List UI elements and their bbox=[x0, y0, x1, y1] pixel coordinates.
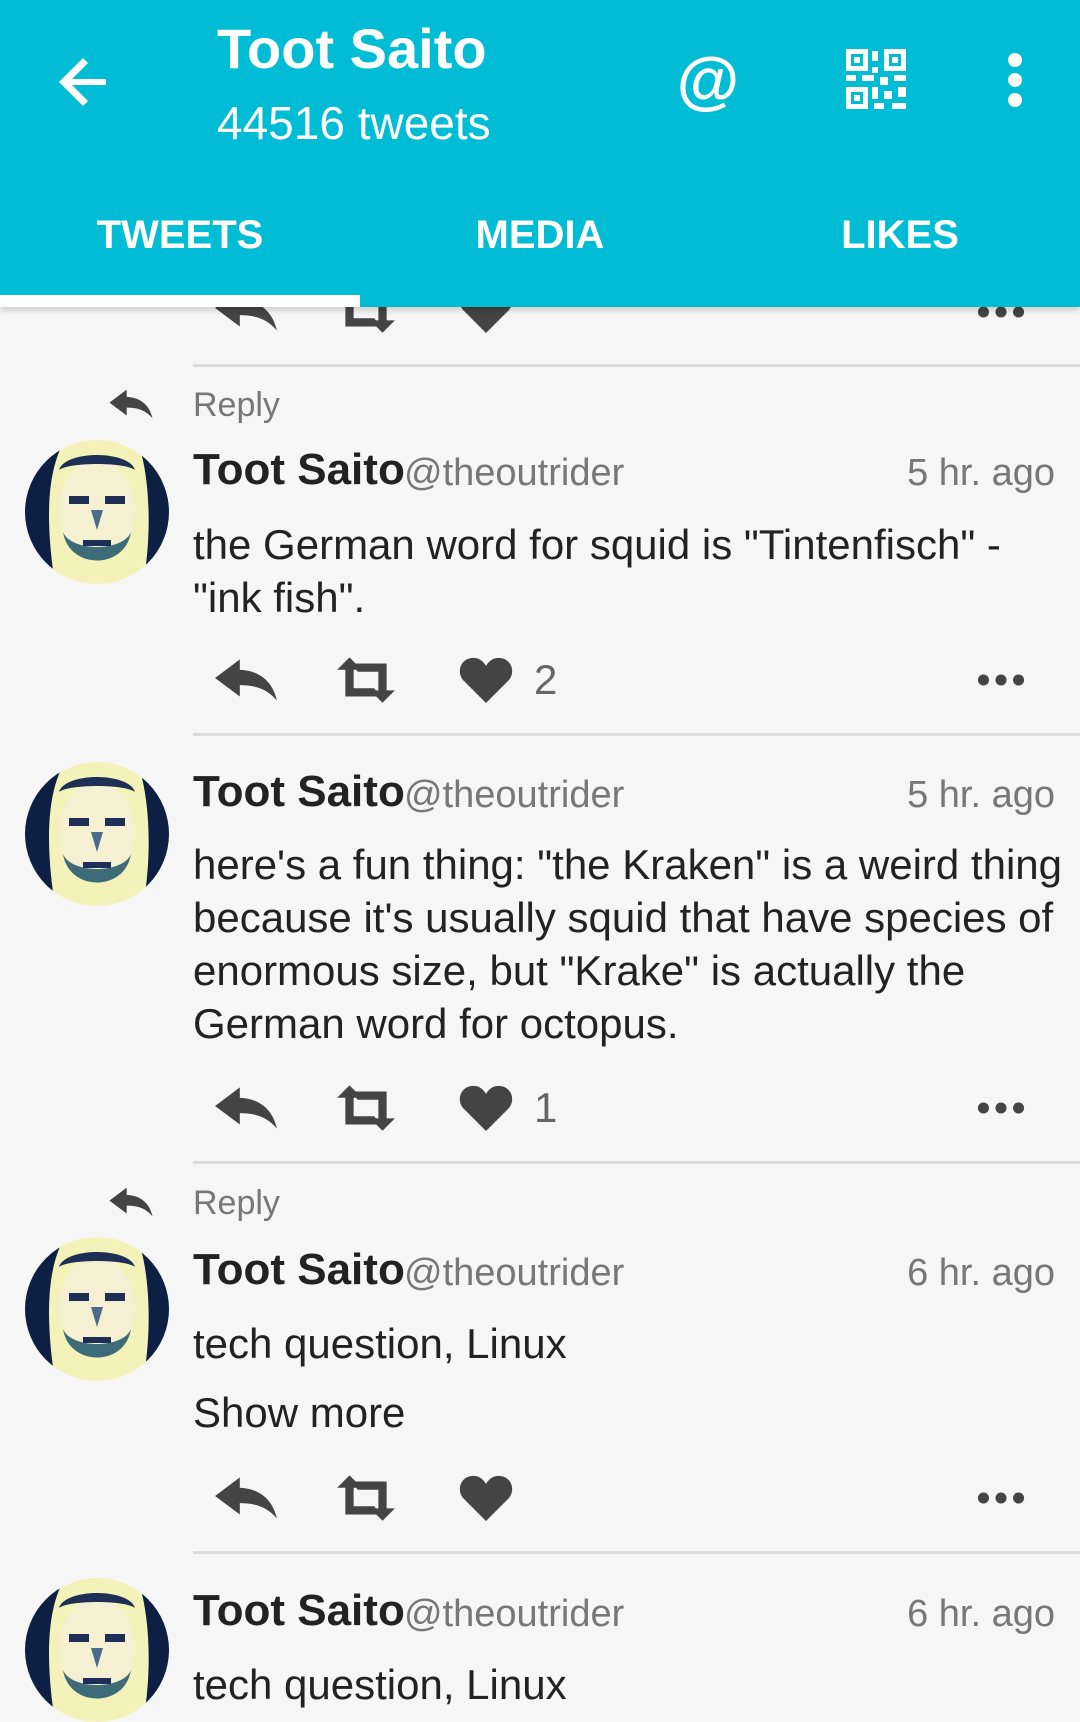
tweet-timestamp: 5 hr. ago bbox=[907, 452, 1055, 494]
reply-indicator: Reply bbox=[0, 1178, 1080, 1228]
more-vert-icon bbox=[1008, 53, 1022, 107]
tweet-actions: 1 bbox=[0, 1078, 1080, 1138]
tweet-text: here's a fun thing: "the Kraken" is a we… bbox=[193, 841, 1062, 1047]
retweet-button[interactable] bbox=[333, 1083, 399, 1143]
tweet-count-subtitle: 44516 tweets bbox=[217, 97, 491, 149]
tweet-text: tech question, Linux bbox=[193, 1320, 567, 1367]
reply-icon bbox=[108, 384, 154, 424]
more-options-button[interactable] bbox=[977, 305, 1025, 365]
tweet-author-name: Toot Saito bbox=[193, 1586, 405, 1635]
tweet-text: tech question, Linux bbox=[193, 1661, 567, 1708]
tweet-author-handle: @theoutrider bbox=[404, 1252, 625, 1294]
like-count: 2 bbox=[534, 656, 558, 703]
divider bbox=[193, 364, 1080, 367]
reply-button[interactable] bbox=[213, 1473, 279, 1533]
tweet-actions: 2 bbox=[0, 650, 1080, 710]
tweet-timestamp: 6 hr. ago bbox=[907, 1252, 1055, 1294]
divider bbox=[193, 733, 1080, 736]
like-button[interactable] bbox=[458, 1083, 514, 1143]
tweet-actions bbox=[0, 1468, 1080, 1528]
tweet-timestamp: 6 hr. ago bbox=[907, 1593, 1055, 1635]
retweet-button[interactable] bbox=[333, 1473, 399, 1533]
avatar[interactable] bbox=[25, 762, 169, 906]
back-button[interactable] bbox=[52, 50, 116, 114]
more-options-button[interactable] bbox=[977, 1491, 1025, 1551]
more-options-button[interactable] bbox=[977, 1101, 1025, 1161]
tweet-text: the German word for squid is "Tintenfisc… bbox=[193, 521, 1001, 621]
avatar[interactable] bbox=[25, 1237, 169, 1381]
like-button[interactable] bbox=[458, 655, 514, 715]
tab-media[interactable]: MEDIA bbox=[360, 200, 720, 270]
tweet-author-handle: @theoutrider bbox=[404, 452, 625, 494]
qr-code-icon bbox=[846, 49, 906, 109]
mention-button[interactable]: @ bbox=[672, 40, 744, 120]
retweet-button[interactable] bbox=[333, 655, 399, 715]
active-tab-indicator bbox=[0, 295, 360, 307]
like-button[interactable] bbox=[458, 1473, 514, 1533]
reply-label: Reply bbox=[193, 1184, 280, 1222]
avatar[interactable] bbox=[25, 1578, 169, 1722]
at-icon: @ bbox=[676, 44, 740, 116]
reply-indicator: Reply bbox=[0, 380, 1080, 430]
overflow-menu-button[interactable] bbox=[995, 48, 1035, 112]
tweet-timestamp: 5 hr. ago bbox=[907, 774, 1055, 816]
tab-tweets[interactable]: TWEETS bbox=[0, 200, 360, 270]
avatar[interactable] bbox=[25, 440, 169, 584]
divider bbox=[193, 1161, 1080, 1164]
reply-button[interactable] bbox=[213, 1083, 279, 1143]
tweet-author-name: Toot Saito bbox=[193, 1245, 405, 1294]
divider bbox=[193, 1551, 1080, 1554]
more-options-button[interactable] bbox=[977, 673, 1025, 733]
tweet-author-name: Toot Saito bbox=[193, 445, 405, 494]
tweet-author-name: Toot Saito bbox=[193, 767, 405, 816]
reply-label: Reply bbox=[193, 386, 280, 424]
app-bar: Toot Saito 44516 tweets @ TWEETS MEDIA L… bbox=[0, 0, 1080, 307]
reply-button[interactable] bbox=[213, 655, 279, 715]
qr-code-button[interactable] bbox=[844, 47, 908, 111]
tweet-author-handle: @theoutrider bbox=[404, 1593, 625, 1635]
like-count: 1 bbox=[534, 1084, 558, 1131]
tab-likes[interactable]: LIKES bbox=[720, 200, 1080, 270]
back-arrow-icon bbox=[59, 58, 106, 106]
profile-name-title: Toot Saito bbox=[217, 17, 487, 80]
show-more-link[interactable]: Show more bbox=[193, 1389, 405, 1437]
reply-icon bbox=[108, 1182, 154, 1222]
tweet-author-handle: @theoutrider bbox=[404, 774, 625, 816]
